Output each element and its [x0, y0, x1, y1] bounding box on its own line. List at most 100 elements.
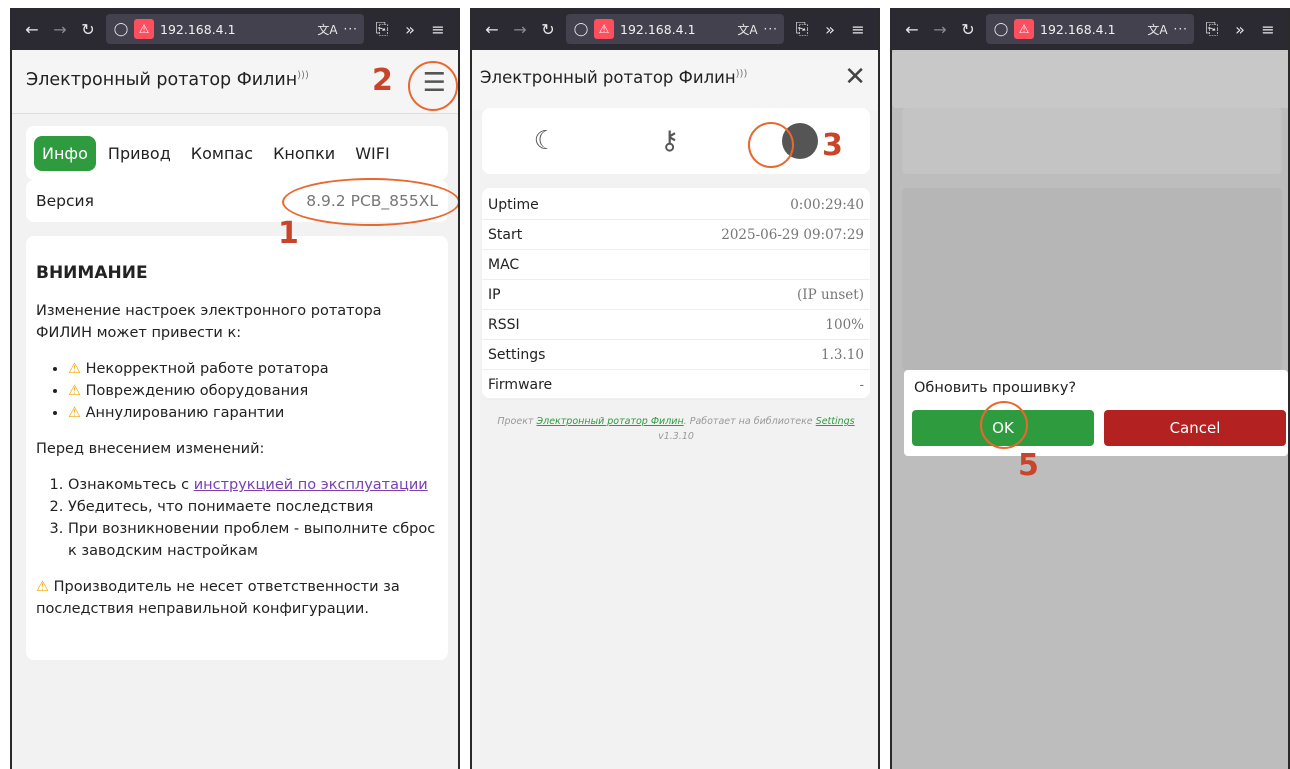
browser-toolbar: ← → ↻ ◯ ⚠ 192.168.4.1 文A ··· ⎘ » ≡ [892, 8, 1288, 50]
tab-compass[interactable]: Компас [183, 136, 261, 171]
extensions-icon[interactable]: ⎘ [1198, 19, 1226, 39]
browser-menu-icon[interactable]: ≡ [424, 20, 452, 39]
before-changes-text: Перед внесением изменений: [36, 441, 265, 457]
tab-info[interactable]: Инфо [34, 135, 96, 171]
translate-icon[interactable]: 文A [1147, 21, 1167, 38]
overflow-chevrons-icon[interactable]: » [396, 20, 424, 39]
warning-triangle-icon: ⚠ [68, 361, 81, 377]
insecure-lock-icon[interactable]: ⚠ [1014, 19, 1034, 39]
page-actions-icon[interactable]: ··· [764, 22, 778, 36]
key-icon[interactable]: ⚷ [660, 126, 679, 156]
extensions-icon[interactable]: ⎘ [788, 19, 816, 39]
manual-link[interactable]: инструкцией по эксплуатации [194, 477, 428, 493]
callout-circle-ota [748, 122, 794, 168]
reload-icon[interactable]: ↻ [74, 20, 102, 39]
list-item: Убедитесь, что понимаете последствия [68, 496, 438, 518]
system-actions-bar: ☾ ⚷ OTA [482, 108, 870, 174]
page-actions-icon[interactable]: ··· [344, 22, 358, 36]
address-bar[interactable]: ◯ ⚠ 192.168.4.1 文A ··· [566, 14, 784, 44]
disclaimer-text: ⚠ Производитель не несет ответственности… [36, 579, 400, 617]
screenshot-panel-update-dialog: ← → ↻ ◯ ⚠ 192.168.4.1 文A ··· ⎘ » ≡ Обнов… [890, 8, 1290, 769]
browser-menu-icon[interactable]: ≡ [844, 20, 872, 39]
reload-icon[interactable]: ↻ [534, 20, 562, 39]
shield-icon[interactable]: ◯ [572, 22, 590, 37]
screenshot-panel-system: ← → ↻ ◯ ⚠ 192.168.4.1 文A ··· ⎘ » ≡ Элект… [470, 8, 880, 769]
table-row: IP (IP unset) [482, 280, 870, 310]
translate-icon[interactable]: 文A [317, 21, 337, 38]
system-info-table: Uptime 0:00:29:40 Start 2025-06-29 09:07:2… [482, 188, 870, 400]
warning-triangle-icon: ⚠ [36, 579, 49, 595]
callout-number-3: 3 [822, 128, 843, 163]
warning-triangle-icon: ⚠ [68, 405, 81, 421]
app-title: Электронный ротатор Филин))) [26, 70, 309, 90]
list-item: Ознакомьтесь с инструкцией по эксплуатац… [68, 474, 438, 496]
browser-toolbar: ← → ↻ ◯ ⚠ 192.168.4.1 文A ··· ⎘ » ≡ [12, 8, 458, 50]
warning-triangle-icon: ⚠ [68, 383, 81, 399]
callout-circle-version [282, 178, 458, 226]
blurred-header [892, 50, 1288, 108]
table-row: Firmware - [482, 370, 870, 400]
app-title: Электронный ротатор Филин))) [480, 68, 748, 87]
app-header: Электронный ротатор Филин))) ✕ [472, 50, 878, 110]
list-item: ⚠ Повреждению оборудования [68, 380, 438, 402]
moon-icon[interactable]: ☾ [534, 126, 557, 156]
address-bar[interactable]: ◯ ⚠ 192.168.4.1 文A ··· [986, 14, 1194, 44]
blurred-icons-bar [902, 108, 1282, 174]
translate-icon[interactable]: 文A [737, 21, 757, 38]
warning-heading: ВНИМАНИЕ [36, 263, 148, 283]
table-row: RSSI 100% [482, 310, 870, 340]
tab-buttons[interactable]: Кнопки [265, 136, 343, 171]
callout-number-1: 1 [278, 216, 299, 251]
list-item: ⚠ Аннулированию гарантии [68, 402, 438, 424]
project-link[interactable]: Электронный ротатор Филин [536, 416, 683, 427]
list-item: ⚠ Некорректной работе ротатора [68, 358, 438, 380]
table-row: Start 2025-06-29 09:07:29 [482, 220, 870, 250]
dialog-question: Обновить прошивку? [914, 380, 1077, 396]
version-label: Версия [36, 192, 94, 210]
footer-credits: Проект Электронный ротатор Филин. Работа… [497, 416, 855, 442]
wifi-signal-icon: ))) [735, 68, 748, 80]
extensions-icon[interactable]: ⎘ [368, 19, 396, 39]
page-actions-icon[interactable]: ··· [1174, 22, 1188, 36]
browser-toolbar: ← → ↻ ◯ ⚠ 192.168.4.1 文A ··· ⎘ » ≡ [472, 8, 878, 50]
table-row: Uptime 0:00:29:40 [482, 190, 870, 220]
list-item: При возникновении проблем - выполните сб… [68, 518, 438, 562]
forward-arrow-icon[interactable]: → [506, 20, 534, 39]
table-row: Settings 1.3.10 [482, 340, 870, 370]
warning-card: ВНИМАНИЕ Изменение настроек электронного… [26, 236, 448, 660]
table-row: MAC [482, 250, 870, 280]
callout-number-2: 2 [372, 63, 393, 98]
close-icon[interactable]: ✕ [844, 62, 866, 92]
browser-menu-icon[interactable]: ≡ [1254, 20, 1282, 39]
update-firmware-dialog: Обновить прошивку? OK Cancel [904, 370, 1288, 456]
forward-arrow-icon[interactable]: → [46, 20, 74, 39]
risk-list: ⚠ Некорректной работе ротатора ⚠ Поврежд… [68, 358, 438, 424]
back-arrow-icon[interactable]: ← [18, 20, 46, 39]
cancel-button[interactable]: Cancel [1104, 410, 1286, 446]
forward-arrow-icon[interactable]: → [926, 20, 954, 39]
back-arrow-icon[interactable]: ← [478, 20, 506, 39]
screenshot-panel-info: ← → ↻ ◯ ⚠ 192.168.4.1 文A ··· ⎘ » ≡ Элект… [10, 8, 460, 769]
shield-icon[interactable]: ◯ [992, 22, 1010, 37]
reload-icon[interactable]: ↻ [954, 20, 982, 39]
overflow-chevrons-icon[interactable]: » [1226, 20, 1254, 39]
callout-circle-ok [980, 401, 1028, 449]
address-bar[interactable]: ◯ ⚠ 192.168.4.1 文A ··· [106, 14, 364, 44]
shield-icon[interactable]: ◯ [112, 22, 130, 37]
warning-intro: Изменение настроек электронного ротатора… [36, 303, 382, 341]
insecure-lock-icon[interactable]: ⚠ [594, 19, 614, 39]
url-text[interactable]: 192.168.4.1 [620, 22, 731, 37]
callout-circle-menu [408, 61, 458, 111]
blurred-table [902, 188, 1282, 370]
insecure-lock-icon[interactable]: ⚠ [134, 19, 154, 39]
tab-drive[interactable]: Привод [100, 136, 179, 171]
overflow-chevrons-icon[interactable]: » [816, 20, 844, 39]
settings-lib-link[interactable]: Settings [816, 416, 855, 427]
wifi-signal-icon: ))) [297, 70, 309, 82]
steps-list: Ознакомьтесь с инструкцией по эксплуатац… [68, 474, 438, 562]
tab-bar: Инфо Привод Компас Кнопки WIFI [26, 126, 448, 180]
back-arrow-icon[interactable]: ← [898, 20, 926, 39]
url-text[interactable]: 192.168.4.1 [1040, 22, 1141, 37]
tab-wifi[interactable]: WIFI [347, 136, 397, 171]
url-text[interactable]: 192.168.4.1 [160, 22, 311, 37]
